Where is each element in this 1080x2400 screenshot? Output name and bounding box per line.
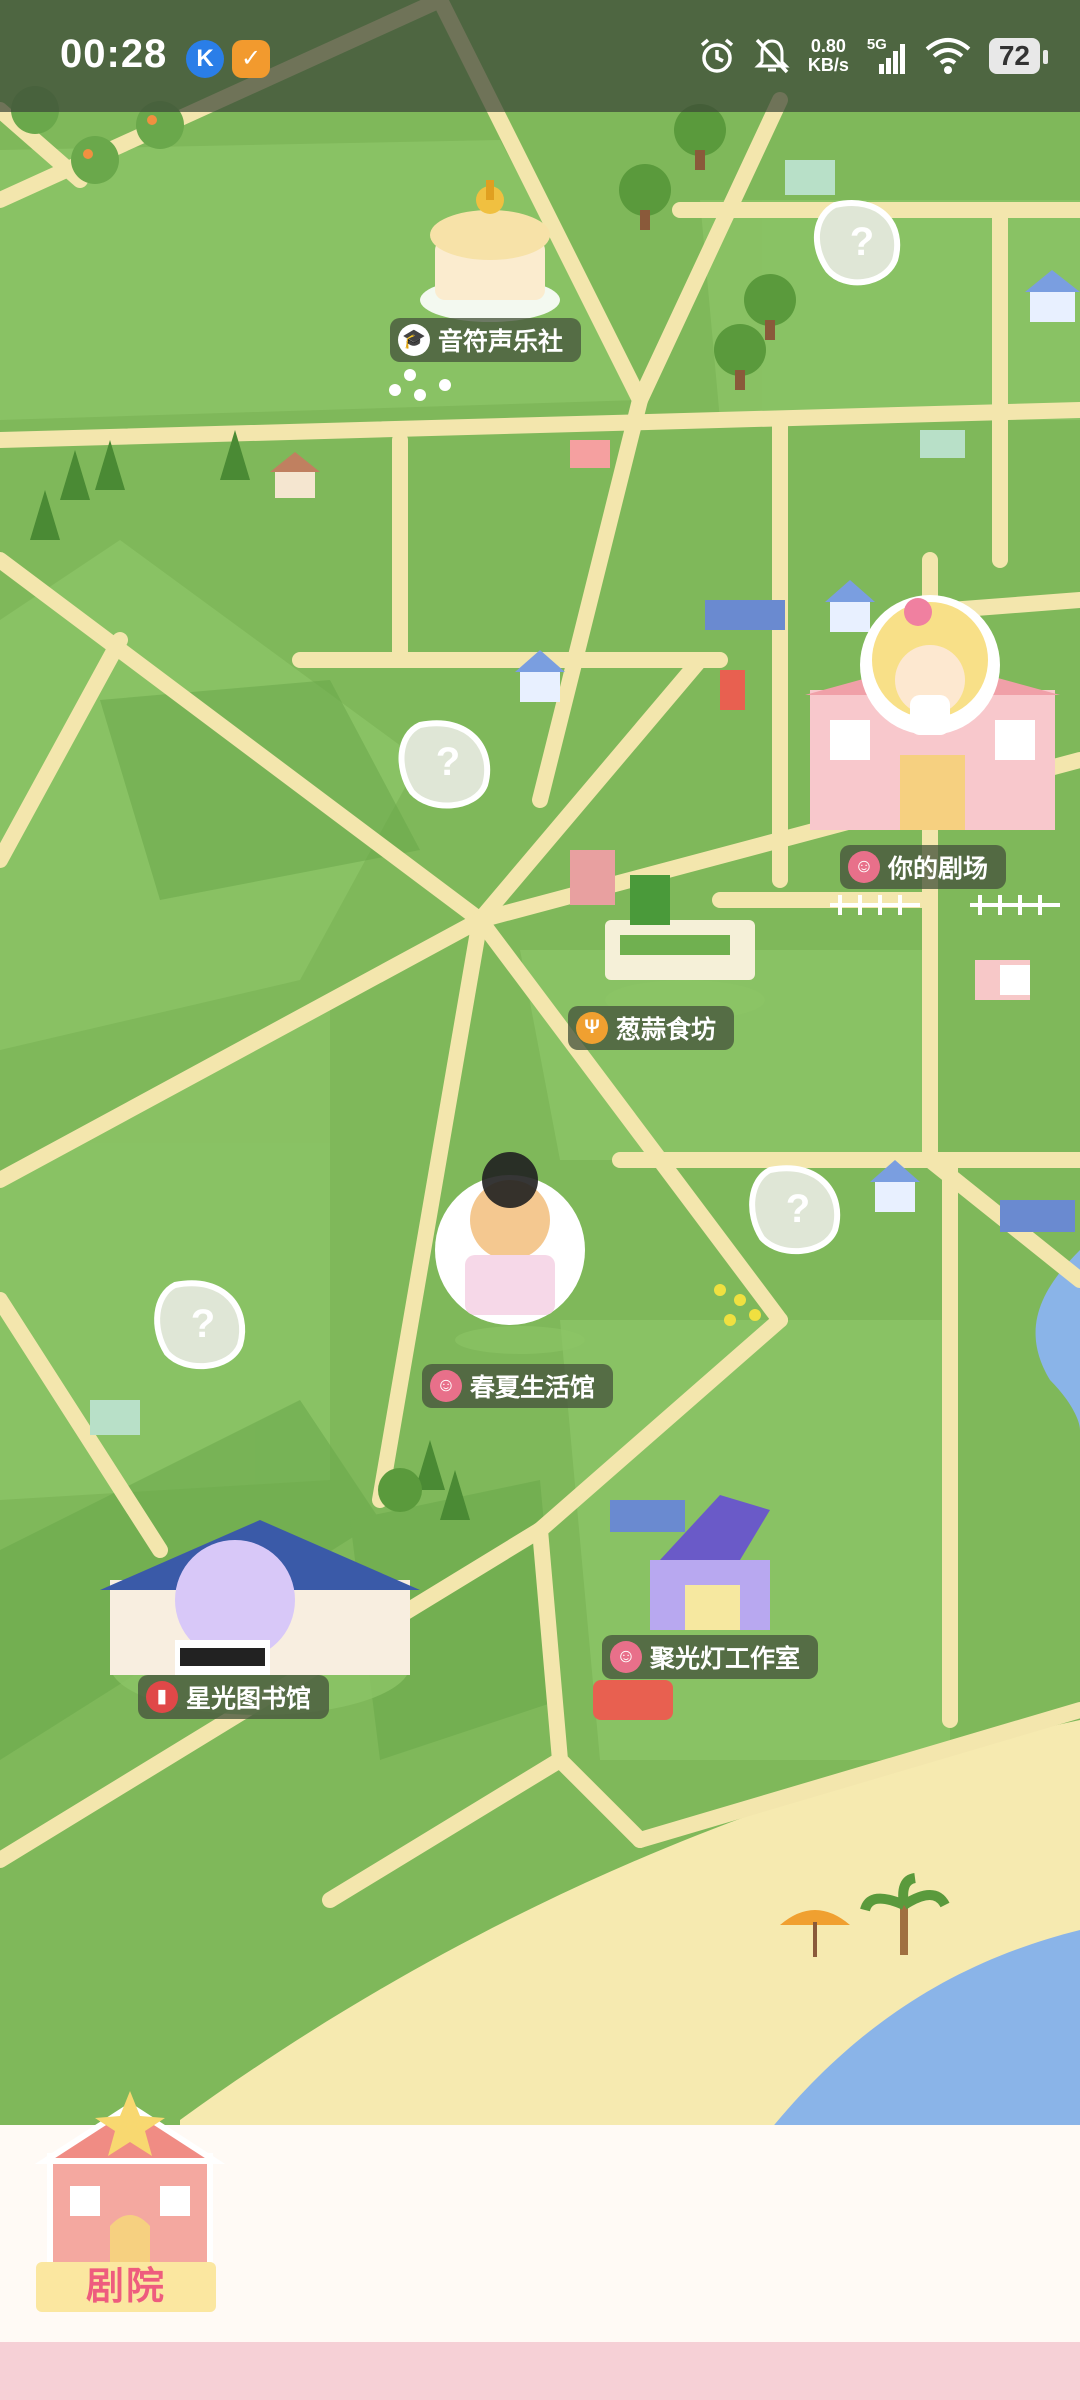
theater-tab-label[interactable]: 剧院: [36, 2262, 216, 2312]
status-right-group: 0.80 KB/s 5G 72: [698, 30, 1049, 82]
bottom-nav-strip: [0, 2342, 1080, 2400]
location-library[interactable]: ▮ 星光图书馆: [138, 1675, 330, 1719]
wifi-icon: [925, 38, 971, 74]
status-time: 00:28: [60, 32, 168, 76]
alarm-icon: [700, 38, 733, 73]
location-life-hall-label: 春夏生活馆: [470, 1374, 596, 1402]
unknown-marker-1: ?: [850, 220, 874, 264]
book-icon: ▮: [146, 1681, 178, 1713]
unknown-marker-3: ?: [786, 1187, 810, 1231]
location-your-theater-label: 你的剧场: [888, 855, 989, 883]
network-speed-value: 0.80: [810, 36, 846, 56]
fork-knife-icon: Ψ: [576, 1012, 608, 1044]
mute-icon: [754, 38, 790, 74]
location-food-market-label: 葱蒜食坊: [616, 1016, 717, 1044]
location-library-label: 星光图书馆: [186, 1685, 312, 1713]
unknown-marker-2: ?: [436, 740, 460, 784]
location-music-club-label: 音符声乐社: [438, 328, 564, 356]
unknown-marker-4: ?: [191, 1302, 215, 1346]
app-orange-icon: ✓: [232, 40, 270, 78]
signal-icon: 5G: [867, 36, 907, 76]
battery-icon: 72: [988, 38, 1049, 74]
location-your-theater[interactable]: ☺ 你的剧场: [840, 845, 1007, 889]
location-life-hall[interactable]: ☺ 春夏生活馆: [422, 1364, 614, 1408]
status-bar: 00:28 K ✓ 0.80 KB/s 5G 72: [0, 0, 1080, 112]
theater-mask-icon: ☺: [430, 1370, 462, 1402]
theater-mask-icon: ☺: [848, 851, 880, 883]
theater-mask-icon: ☺: [610, 1641, 642, 1673]
network-speed: 0.80 KB/s: [808, 37, 849, 75]
app-k-icon: K: [186, 40, 224, 78]
network-speed-unit: KB/s: [807, 55, 849, 75]
location-food-market[interactable]: Ψ 葱蒜食坊: [568, 1006, 735, 1050]
location-studio-label: 聚光灯工作室: [650, 1645, 801, 1673]
location-music-club[interactable]: 🎓 音符声乐社: [390, 318, 582, 362]
graduation-cap-icon: 🎓: [398, 324, 430, 356]
location-studio[interactable]: ☺ 聚光灯工作室: [602, 1635, 819, 1679]
